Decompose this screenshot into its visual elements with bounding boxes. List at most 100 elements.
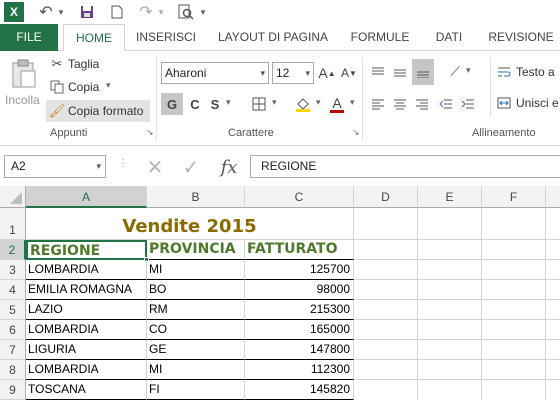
sheet-title[interactable]: Vendite 2015 <box>26 208 354 240</box>
table-cell[interactable]: 112300 <box>245 360 354 380</box>
align-top-icon[interactable] <box>368 61 388 83</box>
table-cell[interactable]: LOMBARDIA <box>26 260 147 280</box>
align-right-icon[interactable] <box>412 93 432 115</box>
clipboard-launcher-icon[interactable]: ↘ <box>146 127 154 138</box>
table-cell[interactable]: MI <box>147 360 245 380</box>
table-cell[interactable]: LOMBARDIA <box>26 320 147 340</box>
row-header-4[interactable]: 4 <box>0 280 26 300</box>
font-color-dropdown-icon[interactable]: ▾ <box>350 97 355 108</box>
fill-color-dropdown-icon[interactable]: ▾ <box>316 97 321 108</box>
tab-insert[interactable]: INSERISCI <box>131 24 201 51</box>
italic-button[interactable]: C <box>186 93 204 115</box>
name-box[interactable]: A2 ▾ <box>4 155 106 178</box>
table-cell[interactable]: GE <box>147 340 245 360</box>
table-cell[interactable]: 165000 <box>245 320 354 340</box>
format-painter-icon[interactable]: 🖌 <box>48 102 66 120</box>
copy-button[interactable]: Copia <box>68 80 99 94</box>
fill-color-icon[interactable] <box>292 93 314 115</box>
copy-icon[interactable] <box>48 78 66 96</box>
wrap-text-button[interactable]: Testo a <box>516 65 555 79</box>
tab-home[interactable]: HOME <box>63 24 125 52</box>
tab-data[interactable]: DATI <box>426 24 472 51</box>
align-middle-icon[interactable] <box>390 61 410 83</box>
undo-icon[interactable]: ↶ <box>36 2 56 22</box>
column-header-c[interactable]: C <box>245 186 354 208</box>
row-header-7[interactable]: 7 <box>0 340 26 360</box>
column-header-g[interactable] <box>546 186 560 208</box>
save-icon[interactable] <box>78 2 96 22</box>
merge-center-icon[interactable] <box>496 94 512 112</box>
paste-button[interactable]: Incolla <box>5 93 40 107</box>
borders-icon[interactable] <box>248 93 270 115</box>
table-cell[interactable]: EMILIA ROMAGNA <box>26 280 147 300</box>
column-header-d[interactable]: D <box>354 186 418 208</box>
bold-button[interactable]: G <box>161 93 183 115</box>
cancel-icon[interactable]: ✕ <box>142 154 168 180</box>
print-preview-icon[interactable] <box>176 2 196 22</box>
merge-center-button[interactable]: Unisci e <box>516 96 559 110</box>
table-cell[interactable]: FI <box>147 380 245 400</box>
redo-dropdown-icon[interactable]: ▾ <box>156 2 166 22</box>
column-header-e[interactable]: E <box>418 186 482 208</box>
shrink-font-icon[interactable]: A ▼ <box>340 63 358 83</box>
row-header-8[interactable]: 8 <box>0 360 26 380</box>
table-cell[interactable]: 125700 <box>245 260 354 280</box>
align-left-icon[interactable] <box>368 93 388 115</box>
font-name-field[interactable]: Aharoni ▾ <box>161 62 269 84</box>
table-cell[interactable]: TOSCANA <box>26 380 147 400</box>
table-cell[interactable]: RM <box>147 300 245 320</box>
row-header-3[interactable]: 3 <box>0 260 26 280</box>
spreadsheet-grid[interactable]: A B C D E F 1 2 3 4 5 6 7 8 9 Vendite 20… <box>0 186 560 400</box>
tab-review[interactable]: REVISIONE <box>482 24 560 51</box>
underline-dropdown-icon[interactable]: ▾ <box>226 97 231 108</box>
row-header-6[interactable]: 6 <box>0 320 26 340</box>
font-launcher-icon[interactable]: ↘ <box>352 127 360 138</box>
wrap-text-icon[interactable] <box>496 63 512 81</box>
customize-qat-icon[interactable]: ▾ <box>198 2 208 22</box>
table-cell[interactable]: 145820 <box>245 380 354 400</box>
align-center-icon[interactable] <box>390 93 410 115</box>
decrease-indent-icon[interactable] <box>436 93 456 115</box>
column-header-b[interactable]: B <box>147 186 245 208</box>
table-cell[interactable]: CO <box>147 320 245 340</box>
column-header-f[interactable]: F <box>482 186 546 208</box>
copy-dropdown-icon[interactable]: ▾ <box>106 80 111 91</box>
new-document-icon[interactable] <box>108 2 126 22</box>
orientation-dropdown-icon[interactable]: ▾ <box>466 65 471 76</box>
borders-dropdown-icon[interactable]: ▾ <box>272 97 277 108</box>
enter-icon[interactable]: ✓ <box>178 154 204 180</box>
format-painter-button[interactable]: Copia formato <box>68 104 143 118</box>
paste-icon[interactable] <box>6 57 42 91</box>
grow-font-icon[interactable]: A ▲ <box>318 63 336 83</box>
tab-page-layout[interactable]: LAYOUT DI PAGINA <box>212 24 334 51</box>
insert-function-icon[interactable]: fx <box>214 154 244 180</box>
row-header-9[interactable]: 9 <box>0 380 26 400</box>
row-header-5[interactable]: 5 <box>0 300 26 320</box>
underline-button[interactable]: S <box>206 93 224 115</box>
align-bottom-icon[interactable] <box>412 59 434 85</box>
scissors-icon[interactable]: ✂ <box>48 55 66 73</box>
header-cell-regione[interactable]: REGIONE <box>26 240 147 260</box>
font-color-icon[interactable]: A <box>326 93 348 115</box>
table-cell[interactable]: 147800 <box>245 340 354 360</box>
header-cell-provincia[interactable]: PROVINCIA <box>147 240 245 260</box>
tab-file[interactable]: FILE <box>0 24 58 51</box>
table-cell[interactable]: LAZIO <box>26 300 147 320</box>
select-all-corner[interactable] <box>0 186 26 208</box>
orientation-icon[interactable]: ⟋ <box>444 61 466 83</box>
redo-icon[interactable]: ↷ <box>136 2 156 22</box>
formula-input[interactable]: REGIONE <box>250 155 560 178</box>
table-cell[interactable]: MI <box>147 260 245 280</box>
table-cell[interactable]: 215300 <box>245 300 354 320</box>
table-cell[interactable]: LIGURIA <box>26 340 147 360</box>
row-header-2[interactable]: 2 <box>0 240 26 260</box>
row-header-1[interactable]: 1 <box>0 208 26 240</box>
table-cell[interactable]: LOMBARDIA <box>26 360 147 380</box>
column-header-a[interactable]: A <box>26 186 147 208</box>
tab-formulas[interactable]: FORMULE <box>344 24 416 51</box>
header-cell-fatturato[interactable]: FATTURATO <box>245 240 354 260</box>
table-cell[interactable]: 98000 <box>245 280 354 300</box>
increase-indent-icon[interactable] <box>458 93 478 115</box>
font-size-field[interactable]: 12 ▾ <box>272 62 314 84</box>
cut-button[interactable]: Taglia <box>68 57 99 71</box>
